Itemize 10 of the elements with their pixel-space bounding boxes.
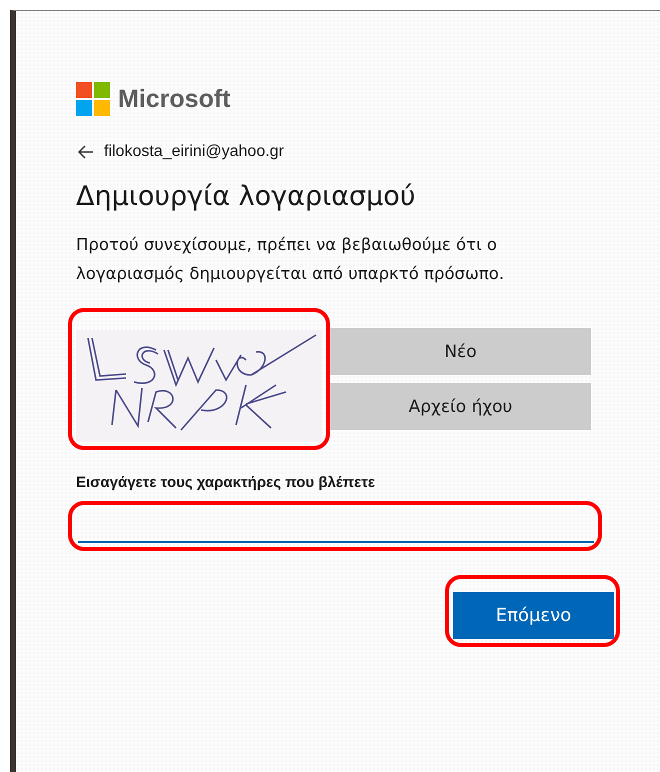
account-email: filokosta_eirini@yahoo.gr <box>104 143 284 161</box>
new-captcha-button[interactable]: Νέο <box>330 328 591 375</box>
brand-name: Microsoft <box>118 84 230 114</box>
next-button[interactable]: Επόμενο <box>453 592 614 639</box>
audio-captcha-button[interactable]: Αρχείο ήχου <box>330 383 591 430</box>
description-text: Προτού συνεχίσουμε, πρέπει να βεβαιωθούμε ότι ο λογαριασμός δημιουργείται από υπαρκτό πρόσωπο. <box>76 234 506 285</box>
input-label: Εισαγάγετε τους χαρακτήρες που βλέπετε <box>76 474 376 491</box>
logo-icon <box>76 82 110 116</box>
back-arrow-icon[interactable] <box>78 145 94 159</box>
page-title: Δημιουργία λογαριασμού <box>76 181 416 212</box>
